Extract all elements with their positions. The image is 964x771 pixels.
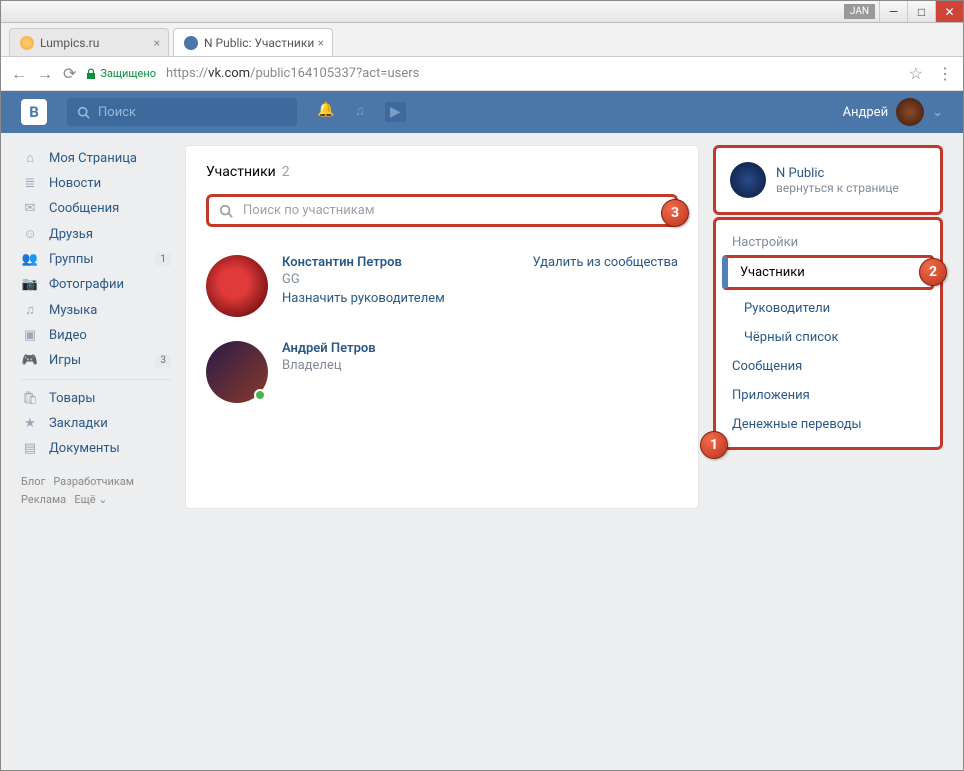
star-icon: ★ (21, 416, 39, 431)
news-icon: ≣ (21, 176, 39, 191)
menu-managers[interactable]: Руководители (716, 294, 940, 323)
menu-messages[interactable]: Сообщения (716, 352, 940, 381)
music-icon[interactable]: ♫ (354, 102, 365, 122)
group-avatar (730, 162, 766, 198)
maximize-button[interactable]: □ (907, 1, 935, 22)
member-name-link[interactable]: Константин Петров (282, 255, 519, 270)
remove-member-link[interactable]: Удалить из сообщества (533, 255, 678, 317)
reload-button[interactable]: ⟳ (63, 64, 76, 83)
separator (21, 379, 171, 380)
bag-icon: 🛍 (21, 391, 39, 406)
nav-friends[interactable]: ☺Друзья (21, 221, 171, 247)
groups-icon: 👥 (21, 252, 39, 267)
menu-settings[interactable]: Настройки (716, 228, 940, 257)
close-button[interactable]: ✕ (935, 1, 963, 22)
callout-2: 2 (919, 258, 947, 286)
callout-3: 3 (661, 199, 689, 227)
left-nav: ⌂Моя Страница ≣Новости ✉Сообщения ☺Друзь… (21, 145, 171, 509)
avatar[interactable] (206, 255, 268, 317)
user-menu[interactable]: Андрей ⌄ (843, 98, 943, 126)
badge: 1 (155, 253, 171, 266)
star-icon[interactable]: ☆ (909, 64, 923, 83)
play-icon[interactable]: ▶ (385, 102, 406, 122)
nav-market[interactable]: 🛍Товары (21, 386, 171, 411)
minimize-button[interactable]: — (879, 1, 907, 22)
nav-games[interactable]: 🎮Игры3 (21, 348, 171, 373)
member-search-input[interactable]: Поиск по участникам 3 (206, 194, 678, 227)
secure-indicator[interactable]: Защищено (86, 67, 156, 80)
tab-title: Lumpics.ru (40, 36, 99, 50)
close-tab-icon[interactable]: × (318, 36, 324, 50)
nav-news[interactable]: ≣Новости (21, 171, 171, 196)
menu-apps[interactable]: Приложения (716, 381, 940, 410)
lock-icon (86, 68, 96, 80)
search-icon (219, 204, 233, 218)
member-status: GG (282, 272, 519, 287)
group-header[interactable]: N Public вернуться к странице (713, 145, 943, 215)
group-name: N Public (776, 166, 899, 181)
video-icon: ▣ (21, 328, 39, 343)
search-input[interactable]: Поиск (67, 98, 297, 126)
nav-photos[interactable]: 📷Фотографии (21, 272, 171, 297)
window-titlebar: JAN — □ ✕ (1, 1, 963, 23)
menu-members[interactable]: Участники 2 (722, 255, 934, 290)
tab-vk[interactable]: N Public: Участники × (173, 28, 333, 56)
footer-links: Блог Разработчикам Реклама Ещё ⌄ (21, 473, 171, 509)
search-icon (77, 106, 90, 119)
chevron-down-icon: ⌄ (932, 105, 943, 120)
member-role: Владелец (282, 358, 678, 373)
nav-video[interactable]: ▣Видео (21, 323, 171, 348)
nav-messages[interactable]: ✉Сообщения (21, 196, 171, 221)
menu-blacklist[interactable]: Чёрный список (716, 323, 940, 352)
back-button[interactable]: ← (11, 64, 27, 84)
games-icon: 🎮 (21, 353, 39, 368)
url-field[interactable]: https://vk.com/public164105337?act=users (166, 66, 419, 81)
nav-music[interactable]: ♫Музыка (21, 297, 171, 323)
member-row: Константин Петров GG Назначить руководит… (206, 243, 678, 329)
assign-manager-link[interactable]: Назначить руководителем (282, 291, 519, 306)
menu-transfers[interactable]: Денежные переводы (716, 410, 940, 439)
nav-my-page[interactable]: ⌂Моя Страница (21, 145, 171, 171)
blog-link[interactable]: Блог (21, 475, 45, 488)
dev-link[interactable]: Разработчикам (53, 475, 134, 488)
vk-logo[interactable]: B (21, 99, 47, 125)
page-title: Участники 2 (206, 164, 678, 180)
ads-link[interactable]: Реклама (21, 493, 66, 506)
right-column: N Public вернуться к странице Настройки … (713, 145, 943, 509)
back-to-page-link[interactable]: вернуться к странице (776, 181, 899, 195)
page-content: B Поиск 🔔 ♫ ▶ Андрей ⌄ ⌂Моя Страница ≣Но… (1, 91, 963, 770)
address-bar: ← → ⟳ Защищено https://vk.com/public1641… (1, 57, 963, 91)
message-icon: ✉ (21, 201, 39, 216)
doc-icon: ▤ (21, 441, 39, 456)
nav-groups[interactable]: 👥Группы1 (21, 247, 171, 272)
nav-documents[interactable]: ▤Документы (21, 436, 171, 461)
badge: 3 (155, 354, 171, 367)
callout-1: 1 (700, 431, 728, 459)
more-link[interactable]: Ещё ⌄ (74, 493, 107, 506)
favicon-icon (184, 36, 198, 50)
forward-button[interactable]: → (37, 64, 53, 84)
vk-header: B Поиск 🔔 ♫ ▶ Андрей ⌄ (1, 91, 963, 133)
bell-icon[interactable]: 🔔 (317, 102, 334, 122)
tab-lumpics[interactable]: Lumpics.ru × (9, 28, 169, 56)
members-panel: Участники 2 Поиск по участникам 3 Конста… (185, 145, 699, 509)
friends-icon: ☺ (21, 226, 39, 242)
member-row: Андрей Петров Владелец (206, 329, 678, 415)
favicon-icon (20, 36, 34, 50)
home-icon: ⌂ (21, 150, 39, 166)
avatar[interactable] (206, 341, 268, 403)
jan-badge: JAN (844, 4, 875, 19)
tab-bar: Lumpics.ru × N Public: Участники × (1, 23, 963, 57)
browser-window: JAN — □ ✕ Lumpics.ru × N Public: Участни… (0, 0, 964, 771)
menu-icon[interactable]: ⋮ (937, 64, 953, 83)
photo-icon: 📷 (21, 277, 39, 292)
avatar (896, 98, 924, 126)
close-tab-icon[interactable]: × (154, 36, 160, 50)
online-indicator (254, 389, 266, 401)
settings-menu: Настройки Участники 2 Руководители Чёрны… (713, 217, 943, 450)
nav-bookmarks[interactable]: ★Закладки (21, 411, 171, 436)
tab-title: N Public: Участники (204, 36, 314, 50)
music-icon: ♫ (21, 302, 39, 318)
member-name-link[interactable]: Андрей Петров (282, 341, 678, 356)
